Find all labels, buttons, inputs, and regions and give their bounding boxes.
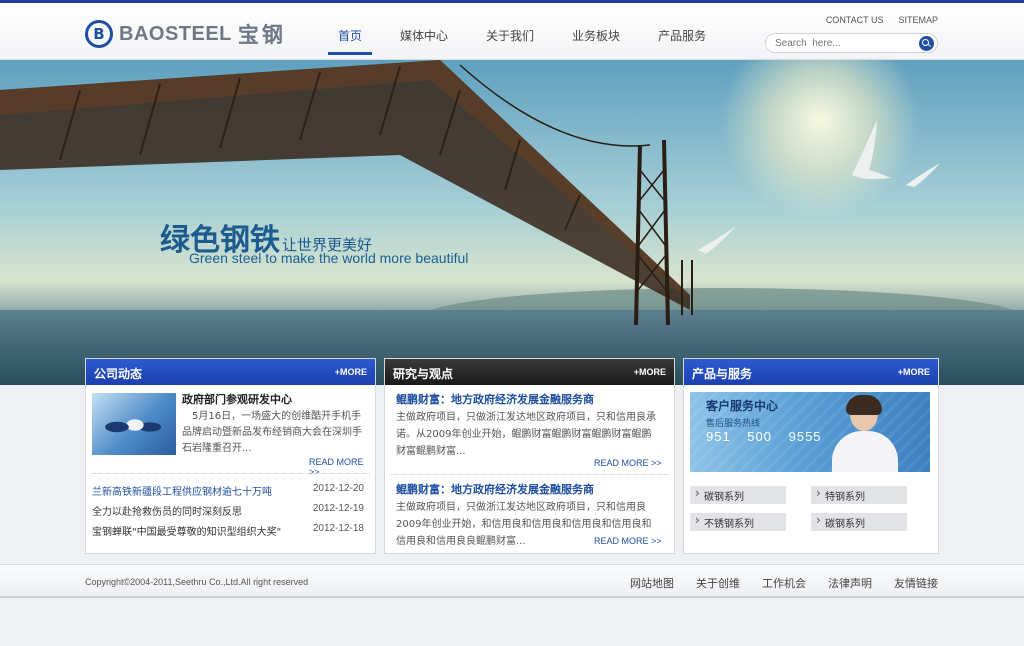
company-news-header: 公司动态 +MORE — [86, 359, 375, 385]
nav-business[interactable]: 业务板块 — [562, 19, 630, 55]
panel-title: 研究与观点 — [393, 367, 454, 381]
news-title[interactable]: 全力以赴抢救伤员的同时深刻反思 — [92, 503, 242, 518]
search-input[interactable] — [775, 36, 915, 51]
footer-links: 网站地图 关于创维 工作机会 法律声明 友情链接 — [608, 575, 938, 591]
products-panel: 产品与服务 +MORE 客户服务中心 售后服务热线 951 500 9555 碳… — [683, 358, 939, 554]
read-more-link[interactable]: READ MORE >> — [594, 458, 662, 468]
nav-media-center[interactable]: 媒体中心 — [390, 19, 458, 55]
research-item-text: 主做政府项目，只做浙江发达地区政府项目，只和信用良承诺。从2009年创业开始，鲲… — [396, 412, 656, 457]
logo-text-en: BAOSTEEL — [119, 22, 232, 45]
nav-products[interactable]: 产品服务 — [648, 19, 716, 55]
top-links: CONTACT US SITEMAP — [811, 15, 938, 25]
news-title[interactable]: 兰新高铁新疆段工程供应钢材逾七十万吨 — [92, 483, 272, 498]
search-box — [765, 33, 938, 53]
cs-title: 客户服务中心 — [706, 399, 779, 413]
baosteel-logo[interactable]: B BAOSTEEL 宝钢 — [85, 19, 286, 49]
panel-title: 产品与服务 — [692, 367, 753, 381]
products-header: 产品与服务 +MORE — [684, 359, 938, 385]
main-nav: 首页 媒体中心 关于我们 业务板块 产品服务 — [328, 19, 734, 55]
news-item[interactable]: 全力以赴抢救伤员的同时深刻反思 2012-12-19 — [92, 503, 364, 518]
cs-hotline-label: 售后服务热线 — [706, 419, 761, 429]
feature-news-text: 5月16日，一场盛大的创维酷开手机手品牌启动暨新品发布经销商大会在深圳手石岩隆重… — [182, 411, 362, 454]
logo-mark-icon: B — [85, 20, 113, 48]
more-link[interactable]: +MORE — [335, 367, 367, 377]
news-thumbnail[interactable] — [92, 393, 176, 455]
footer-link-legal[interactable]: 法律声明 — [828, 575, 872, 591]
news-item[interactable]: 兰新高铁新疆段工程供应钢材逾七十万吨 2012-12-20 — [92, 483, 364, 498]
banner-subtitle-en: Green steel to make the world more beaut… — [189, 250, 469, 266]
customer-service-banner[interactable]: 客户服务中心 售后服务热线 951 500 9555 — [690, 392, 930, 472]
news-title[interactable]: 宝钢蝉联"中国最受尊敬的知识型组织大奖" — [92, 523, 281, 538]
contact-us-link[interactable]: CONTACT US — [826, 15, 884, 25]
divider — [92, 473, 370, 474]
footer-link-sitemap[interactable]: 网站地图 — [630, 575, 674, 591]
panel-title: 公司动态 — [94, 367, 143, 381]
search-icon[interactable] — [919, 36, 934, 51]
footer: Copyright©2004-2011,Seethru Co.,Ltd.All … — [0, 564, 1024, 598]
top-header: B BAOSTEEL 宝钢 首页 媒体中心 关于我们 业务板块 产品服务 CON… — [0, 0, 1024, 60]
news-date: 2012-12-19 — [312, 503, 364, 514]
research-panel: 研究与观点 +MORE 鲲鹏财富：地方政府经济发展金融服务商 主做政府项目，只做… — [384, 358, 675, 554]
research-header: 研究与观点 +MORE — [385, 359, 674, 385]
read-more-link[interactable]: READ MORE >> — [594, 536, 662, 546]
footer-link-about[interactable]: 关于创维 — [696, 575, 740, 591]
divider — [391, 474, 669, 475]
special-steel-series-button[interactable]: 特钢系列 — [811, 486, 907, 504]
read-more-link[interactable]: READ MORE >> — [309, 457, 375, 477]
feature-news-title[interactable]: 政府部门参观研发中心 — [182, 391, 292, 407]
sitemap-link[interactable]: SITEMAP — [898, 15, 938, 25]
footer-link-friends[interactable]: 友情链接 — [894, 575, 938, 591]
news-item[interactable]: 宝钢蝉联"中国最受尊敬的知识型组织大奖" 2012-12-18 — [92, 523, 364, 538]
news-date: 2012-12-20 — [312, 483, 364, 494]
research-item-title[interactable]: 鲲鹏财富：地方政府经济发展金融服务商 — [396, 391, 594, 407]
footer-link-jobs[interactable]: 工作机会 — [762, 575, 806, 591]
news-date: 2012-12-18 — [312, 523, 364, 534]
copyright-text: Copyright©2004-2011,Seethru Co.,Ltd.All … — [85, 577, 309, 587]
hero-banner: 绿色钢铁 让世界更美好 Green steel to make the world… — [0, 60, 1024, 385]
service-agent-image — [828, 395, 918, 472]
logo-text-cn: 宝钢 — [237, 23, 286, 47]
company-news-panel: 公司动态 +MORE 政府部门参观研发中心 5月16日，一场盛大的创维酷开手机手… — [85, 358, 376, 554]
carbon-steel-series-button-2[interactable]: 碳钢系列 — [811, 513, 907, 531]
more-link[interactable]: +MORE — [898, 367, 930, 377]
bridge-illustration — [0, 60, 940, 326]
nav-home[interactable]: 首页 — [328, 19, 373, 55]
nav-about-us[interactable]: 关于我们 — [476, 19, 544, 55]
carbon-steel-series-button[interactable]: 碳钢系列 — [690, 486, 786, 504]
research-item-title[interactable]: 鲲鹏财富：地方政府经济发展金融服务商 — [396, 481, 594, 497]
stainless-steel-series-button[interactable]: 不锈钢系列 — [690, 513, 786, 531]
more-link[interactable]: +MORE — [634, 367, 666, 377]
cs-phone-number: 951 500 9555 — [706, 429, 822, 444]
